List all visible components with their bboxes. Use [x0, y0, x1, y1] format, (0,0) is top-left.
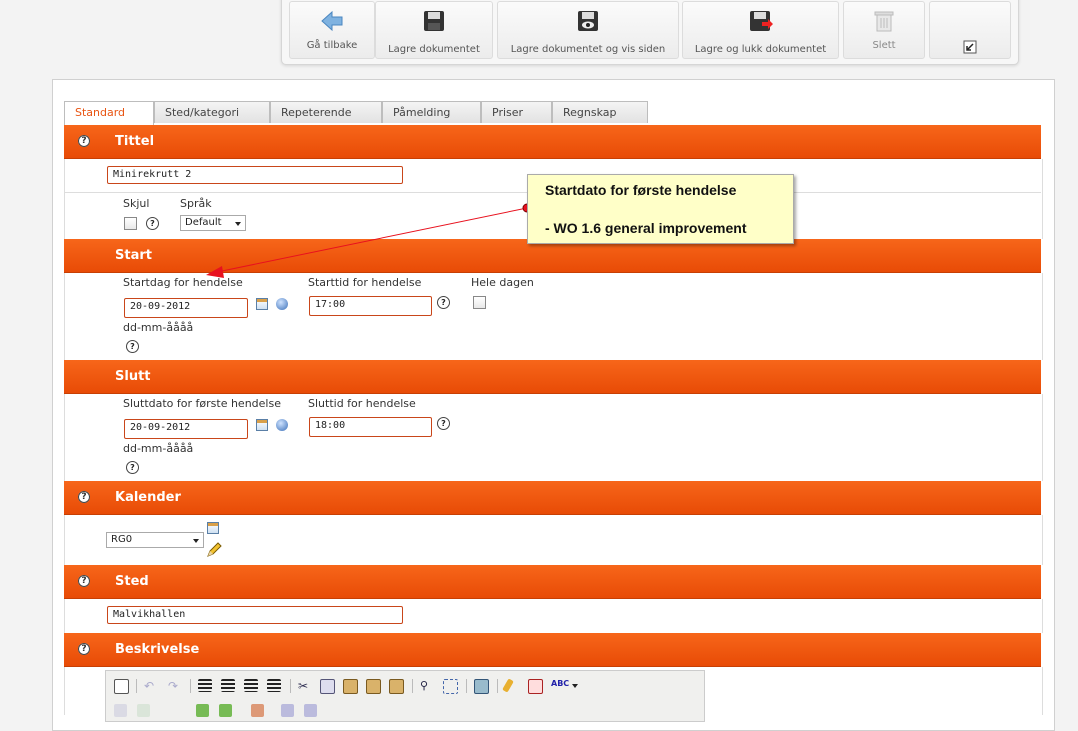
callout-line-1: Startdato for første hendelse: [545, 182, 737, 198]
callout-line-2: - WO 1.6 general improvement: [545, 220, 747, 236]
annotation-callout: Startdato for første hendelse - WO 1.6 g…: [527, 174, 794, 244]
annotation-arrow: [206, 203, 532, 278]
